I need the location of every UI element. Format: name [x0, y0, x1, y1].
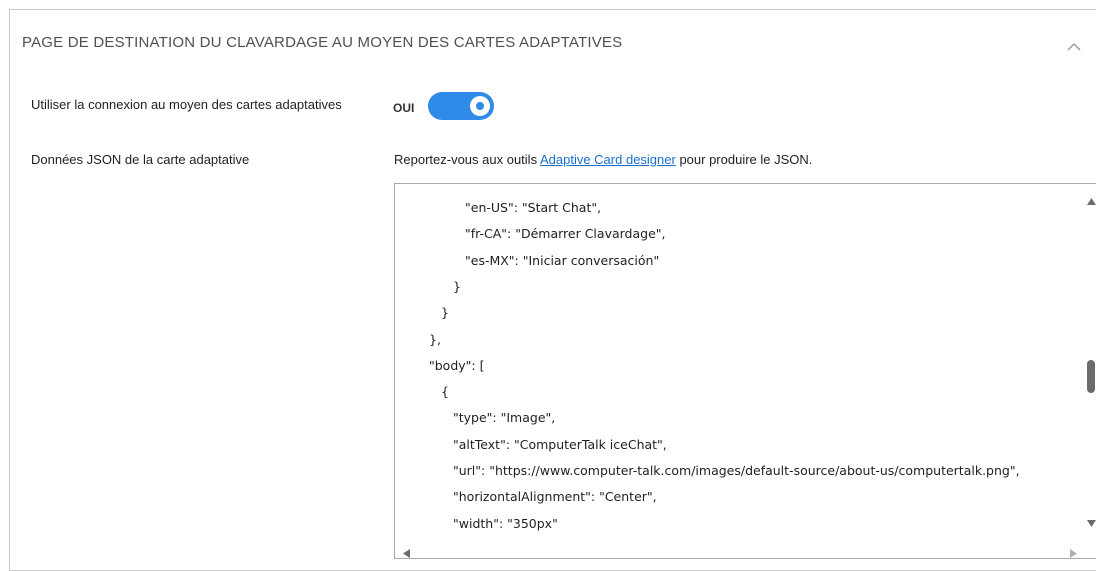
vertical-scroll-thumb[interactable] [1087, 360, 1095, 393]
toggle-state-label: OUI [393, 100, 415, 115]
toggle-knob [470, 96, 491, 116]
code-line: "width": "350px" [453, 515, 558, 531]
code-line: "url": "https://www.computer-talk.com/im… [453, 463, 1020, 478]
scroll-up-icon[interactable] [1087, 192, 1096, 210]
scroll-right-icon[interactable] [1070, 545, 1077, 558]
code-line: "type": "Image", [453, 410, 556, 426]
adaptive-card-designer-link[interactable]: Adaptive Card designer [540, 152, 676, 167]
adaptive-login-toggle-group: OUI [393, 92, 495, 120]
code-line: }, [429, 331, 441, 347]
code-line: "fr-CA": "Démarrer Clavardage", [465, 226, 666, 242]
json-editor[interactable]: "en-US": "Start Chat", "fr-CA": "Démarrer… [394, 183, 1096, 559]
toggle-dot [476, 102, 485, 110]
horizontal-scrollbar[interactable] [395, 540, 1096, 558]
vertical-scrollbar[interactable] [1081, 184, 1096, 540]
json-hint: Reportez-vous aux outils Adaptive Card d… [394, 152, 812, 167]
code-line: "horizontalAlignment": "Center", [453, 489, 657, 505]
section-title: PAGE DE DESTINATION DU CLAVARDAGE AU MOY… [22, 34, 623, 51]
code-line: "es-MX": "Iniciar conversación" [465, 252, 660, 268]
code-line: } [441, 305, 449, 321]
code-line: "altText": "ComputerTalk iceChat", [453, 436, 667, 452]
json-data-label: Données JSON de la carte adaptative [31, 152, 250, 167]
adaptive-login-label: Utiliser la connexion au moyen des carte… [31, 97, 342, 112]
code-line: "body": [ [429, 357, 485, 373]
code-line: } [453, 278, 461, 294]
code-line: "en-US": "Start Chat", [465, 200, 602, 215]
hint-suffix: pour produire le JSON. [675, 152, 813, 167]
scroll-down-icon[interactable] [1087, 514, 1096, 532]
hint-prefix: Reportez-vous aux outils [394, 152, 540, 167]
code-line: { [441, 384, 449, 400]
chevron-up-icon[interactable] [1067, 42, 1081, 52]
scroll-left-icon[interactable] [403, 545, 410, 558]
adaptive-login-toggle[interactable] [428, 92, 495, 120]
